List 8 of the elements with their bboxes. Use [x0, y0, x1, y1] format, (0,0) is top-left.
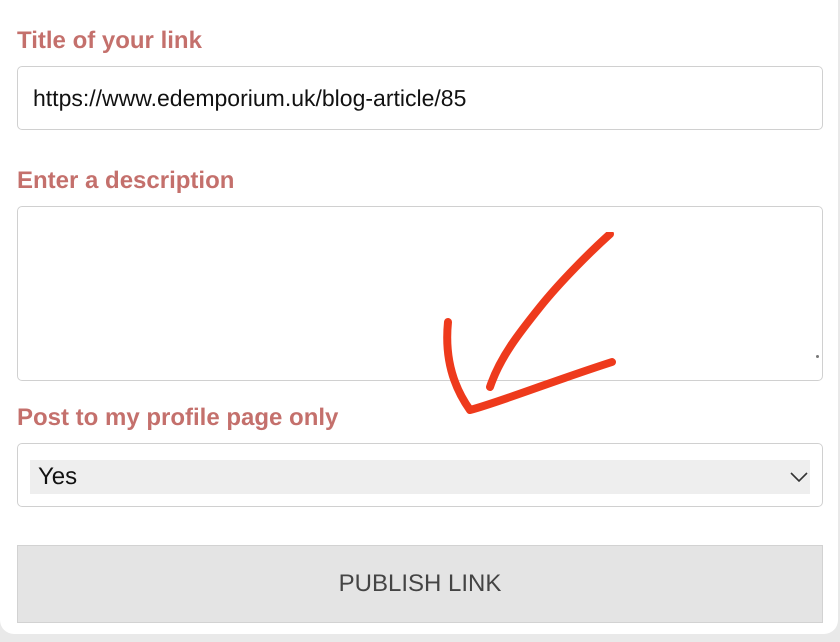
- dropdown[interactable]: Yes: [30, 460, 810, 494]
- chevron-down-icon: [790, 472, 808, 482]
- publish-button[interactable]: PUBLISH LINK: [17, 545, 823, 623]
- field-label: Title of your link: [17, 26, 203, 56]
- field-label: Enter a description: [17, 166, 236, 196]
- field-label: Post to my profile page only: [17, 403, 340, 433]
- resize-grip-icon[interactable]: [816, 355, 819, 358]
- input-field[interactable]: https://www.edemporium.uk/blog-article/85: [17, 66, 823, 130]
